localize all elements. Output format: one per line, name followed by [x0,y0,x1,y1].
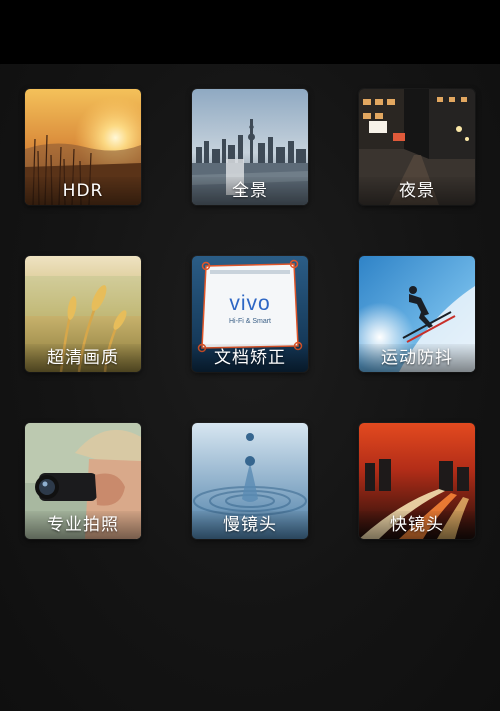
mode-hdr-label: HDR [25,177,141,205]
mode-doc-correction-button[interactable]: vivo Hi-Fi & Smart 文档矫正 [192,256,308,372]
mode-fast-motion-button[interactable]: 快镜头 [359,423,475,539]
mode-night-label: 夜景 [359,177,475,205]
mode-hdr-button[interactable]: HDR [25,89,141,205]
doc-brand-tagline: Hi-Fi & Smart [229,318,271,325]
mode-slow-motion-label: 慢镜头 [192,511,308,539]
doc-brand-logo: vivo [229,292,271,315]
mode-anti-shake-button[interactable]: 运动防抖 [359,256,475,372]
mode-pro-photo-label: 专业拍照 [25,511,141,539]
mode-ultra-hd-label: 超清画质 [25,344,141,372]
mode-night-button[interactable]: 夜景 [359,89,475,205]
mode-ultra-hd-button[interactable]: 超清画质 [25,256,141,372]
mode-anti-shake-label: 运动防抖 [359,344,475,372]
status-bar-area [0,0,500,64]
mode-fast-motion-label: 快镜头 [359,511,475,539]
mode-slow-motion-button[interactable]: 慢镜头 [192,423,308,539]
mode-panorama-button[interactable]: 全景 [192,89,308,205]
mode-panorama-label: 全景 [192,177,308,205]
mode-pro-photo-button[interactable]: 专业拍照 [25,423,141,539]
mode-doc-correction-label: 文档矫正 [192,344,308,372]
